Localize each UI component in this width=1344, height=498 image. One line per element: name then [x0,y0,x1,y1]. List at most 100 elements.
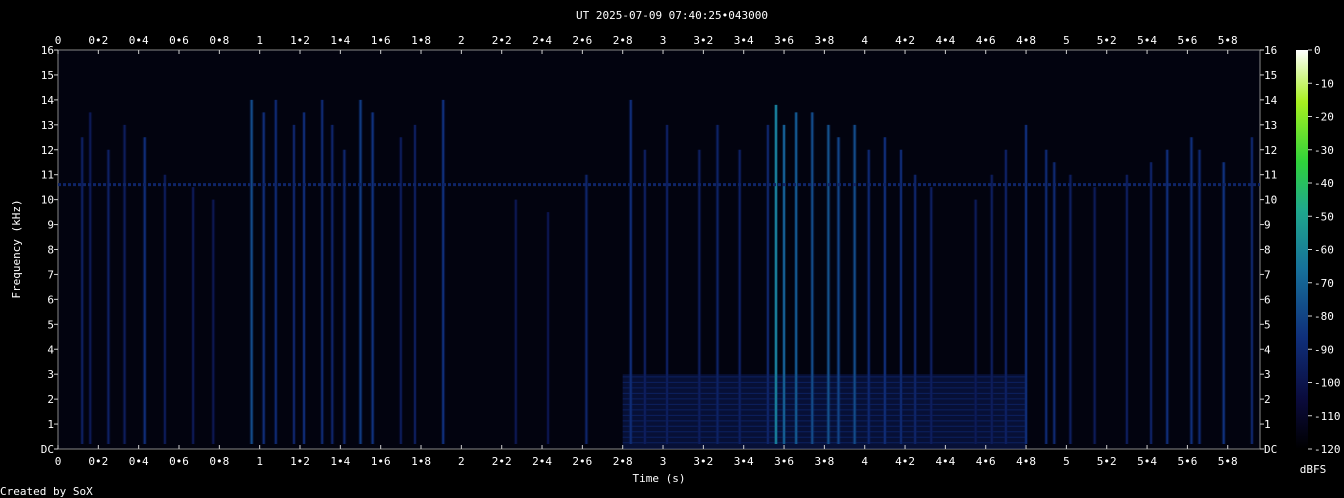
y-tick-label: 12 [41,144,54,157]
x-tick-label-top: 3 [660,34,667,47]
y-tick-label: 15 [41,69,54,82]
y-tick-label-right: 16 [1264,44,1277,57]
y-tick-label: 13 [41,119,54,132]
y-tick-label: DC [41,443,54,456]
x-tick-label: 5•6 [1177,455,1197,468]
x-tick-label-top: 5•6 [1177,34,1197,47]
x-tick-label-top: 1•4 [330,34,350,47]
y-tick-label-right: 9 [1264,219,1271,232]
y-tick-label: 4 [47,343,54,356]
x-tick-label: 1•6 [371,455,391,468]
y-tick-label-right: 5 [1264,318,1271,331]
colorbar-tick-label: -60 [1314,244,1334,257]
colorbar-ticks: 0 -10 -20 -30 -40 -50 -60 -70 -80 -90 -100 -110 -120 [1308,44,1341,456]
x-tick-label-top: 3•8 [814,34,834,47]
y-tick-label-right: 8 [1264,244,1271,257]
x-tick-label: 4•4 [935,455,955,468]
x-tick-label: 1•2 [290,455,310,468]
colorbar-label: dBFS [1300,463,1327,476]
x-tick-label: 5•2 [1097,455,1117,468]
colorbar-tick-label: -90 [1314,343,1334,356]
x-tick-label-top: 5•8 [1218,34,1238,47]
x-tick-label: 3 [660,455,667,468]
colorbar-tick-label: -70 [1314,277,1334,290]
x-tick-label-top: 5•2 [1097,34,1117,47]
x-tick-label-top: 1 [256,34,263,47]
y-tick-label: 6 [47,293,54,306]
y-tick-label: 3 [47,368,54,381]
y-tick-label: 7 [47,268,54,281]
colorbar-tick-label: -10 [1314,77,1334,90]
y-tick-label-right: DC [1264,443,1277,456]
colorbar [1296,50,1308,449]
colorbar-tick-label: 0 [1314,44,1321,57]
x-tick-label-top: 1•6 [371,34,391,47]
x-tick-label: 3•8 [814,455,834,468]
x-tick-label: 2•2 [492,455,512,468]
x-tick-label-top: 0•2 [88,34,108,47]
colorbar-tick-label: -110 [1314,410,1341,423]
x-tick-label-top: 4•8 [1016,34,1036,47]
y-tick-label: 5 [47,318,54,331]
x-tick-label: 2•6 [572,455,592,468]
colorbar-tick-label: -120 [1314,443,1341,456]
x-tick-label: 0•2 [88,455,108,468]
colorbar-tick-label: -20 [1314,111,1334,124]
harmonic-band [622,374,1027,449]
x-tick-label-top: 0•8 [209,34,229,47]
y-tick-label: 1 [47,418,54,431]
x-tick-label-top: 1•2 [290,34,310,47]
x-tick-label: 4 [861,455,868,468]
y-tick-label: 10 [41,194,54,207]
x-tick-label: 2 [458,455,465,468]
x-tick-label-top: 0 [55,34,62,47]
y-tick-label-right: 14 [1264,94,1278,107]
x-tick-label-top: 4•6 [976,34,996,47]
y-tick-label-right: 13 [1264,119,1277,132]
x-tick-label: 3•4 [734,455,754,468]
x-tick-label: 1•4 [330,455,350,468]
y-tick-label-right: 7 [1264,268,1271,281]
y-tick-label: 2 [47,393,54,406]
x-tick-label-top: 5 [1063,34,1070,47]
x-tick-label-top: 2•2 [492,34,512,47]
x-tick-label: 0•8 [209,455,229,468]
y-tick-label-right: 11 [1264,169,1277,182]
x-axis-label: Time (s) [633,472,686,485]
y-tick-label: 11 [41,169,54,182]
x-tick-label: 0 [55,455,62,468]
y-tick-label-right: 2 [1264,393,1271,406]
y-tick-label-right: 4 [1264,343,1271,356]
x-tick-label-top: 4•4 [935,34,955,47]
colorbar-tick-label: -100 [1314,377,1341,390]
y-axis-label: Frequency (kHz) [10,199,23,298]
x-tick-label-top: 4•2 [895,34,915,47]
colorbar-tick-label: -40 [1314,177,1334,190]
x-tick-label: 0•6 [169,455,189,468]
x-tick-label: 1•8 [411,455,431,468]
y-tick-label-right: 10 [1264,194,1277,207]
plot-title: UT 2025-07-09 07:40:25•043000 [576,9,768,22]
y-tick-label: 8 [47,244,54,257]
x-tick-label: 4•6 [976,455,996,468]
x-tick-label-top: 2•4 [532,34,552,47]
x-tick-label-top: 2 [458,34,465,47]
x-tick-label-top: 0•6 [169,34,189,47]
x-tick-label: 5•4 [1137,455,1157,468]
x-tick-label: 5 [1063,455,1070,468]
credit-text: Created by SoX [0,485,93,498]
x-tick-label-top: 5•4 [1137,34,1157,47]
x-tick-label-top: 3•4 [734,34,754,47]
colorbar-tick-label: -50 [1314,210,1334,223]
y-tick-label-right: 3 [1264,368,1271,381]
x-tick-label: 3•2 [693,455,713,468]
y-tick-label: 16 [41,44,54,57]
x-tick-label: 0•4 [129,455,149,468]
x-tick-label-top: 3•2 [693,34,713,47]
y-tick-label-right: 1 [1264,418,1271,431]
colorbar-tick-label: -30 [1314,144,1334,157]
x-tick-label: 1 [256,455,263,468]
y-tick-label-right: 6 [1264,293,1271,306]
colorbar-tick-label: -80 [1314,310,1334,323]
x-tick-label: 3•6 [774,455,794,468]
